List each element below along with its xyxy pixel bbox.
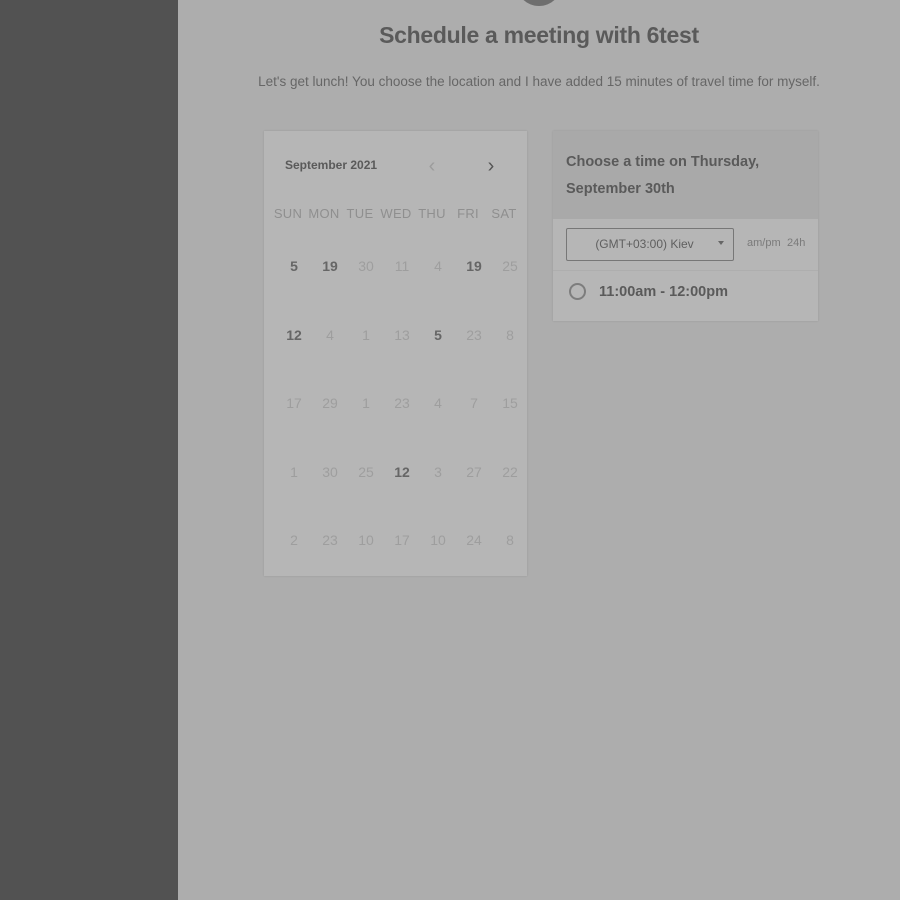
calendar-day: 30 <box>358 258 374 274</box>
calendar-day: 15 <box>502 395 518 411</box>
calendar-day[interactable]: 5 <box>276 254 312 278</box>
radio-button[interactable] <box>569 283 586 300</box>
calendar-month-label: September 2021 <box>285 158 378 172</box>
calendar-day: 23 <box>466 326 482 343</box>
calendar-day: 1 <box>290 463 298 480</box>
time-panel-title: Choose a time on Thursday, September 30t… <box>566 154 760 197</box>
calendar-week: 17 29 1 23 4 7 15 <box>276 391 528 460</box>
calendar-day: 11 <box>394 258 410 274</box>
format-24h-toggle[interactable]: 24h <box>787 237 805 249</box>
calendar-day: 23 <box>322 532 338 548</box>
calendar-day: 7 <box>470 395 478 411</box>
calendar-day: 3 <box>434 463 442 480</box>
calendar-day: 23 <box>394 395 410 411</box>
calendar-day: 29 <box>322 395 338 411</box>
weekday-header: SUN MON TUE WED THU FRI SAT <box>270 206 522 221</box>
weekday-label: SUN <box>273 206 303 221</box>
time-slot-label: 11:00am - 12:00pm <box>599 284 728 300</box>
time-panel-header: Choose a time on Thursday, September 30t… <box>553 131 818 219</box>
calendar-day: 30 <box>322 463 338 480</box>
calendar-day[interactable]: 19 <box>456 254 492 278</box>
calendar-day: 13 <box>394 326 410 343</box>
calendar-week: 1 30 25 12 3 27 22 <box>276 460 528 529</box>
calendar-day: 22 <box>502 463 518 480</box>
calendar-day[interactable]: 12 <box>384 460 420 484</box>
timezone-value: (GMT+03:00) Kiev <box>595 237 694 251</box>
calendar-day: 10 <box>430 532 446 548</box>
calendar-day: 17 <box>394 532 410 548</box>
divider <box>553 270 818 271</box>
weekday-label: MON <box>308 206 340 221</box>
chevron-right-icon[interactable]: › <box>480 155 502 177</box>
calendar-grid: 5 19 30 11 4 19 25 12 4 1 13 5 23 8 17 2… <box>276 254 528 597</box>
calendar-day: 27 <box>466 463 482 480</box>
calendar-week: 5 19 30 11 4 19 25 <box>276 254 528 323</box>
weekday-label: THU <box>418 206 446 221</box>
calendar-day: 1 <box>362 326 370 343</box>
calendar-day: 17 <box>286 395 302 411</box>
calendar-day: 4 <box>434 395 442 411</box>
calendar-day: 24 <box>466 532 482 548</box>
calendar-day: 25 <box>502 258 518 274</box>
calendar-day: 10 <box>358 532 374 548</box>
calendar-week: 2 23 10 17 10 24 8 <box>276 528 528 597</box>
page-subtitle: Let's get lunch! You choose the location… <box>258 74 820 89</box>
calendar-day[interactable]: 12 <box>276 323 312 347</box>
calendar-day: 4 <box>434 258 442 274</box>
chevron-left-icon[interactable]: ‹ <box>421 155 443 177</box>
calendar-day[interactable]: 19 <box>312 254 348 278</box>
calendar-day: 1 <box>362 395 370 411</box>
calendar-day: 8 <box>506 532 514 548</box>
calendar-day: 2 <box>290 532 298 548</box>
calendar: September 2021 ‹ › SUN MON TUE WED THU F… <box>264 131 527 576</box>
time-slot-option[interactable]: 11:00am - 12:00pm <box>566 281 806 307</box>
weekday-label: WED <box>380 206 412 221</box>
timezone-select[interactable]: (GMT+03:00) Kiev <box>566 228 734 261</box>
sidebar <box>0 0 178 900</box>
calendar-day: 8 <box>506 326 514 343</box>
page-title: Schedule a meeting with 6test <box>379 22 699 48</box>
weekday-label: SAT <box>491 206 517 221</box>
time-picker-panel: Choose a time on Thursday, September 30t… <box>553 131 818 321</box>
weekday-label: FRI <box>457 206 479 221</box>
format-ampm-toggle[interactable]: am/pm <box>747 237 781 249</box>
avatar <box>516 0 562 6</box>
calendar-day: 25 <box>358 463 374 480</box>
calendar-week: 12 4 1 13 5 23 8 <box>276 323 528 392</box>
weekday-label: TUE <box>346 206 374 221</box>
calendar-day[interactable]: 5 <box>420 323 456 347</box>
calendar-day: 4 <box>326 326 334 343</box>
caret-down-icon <box>718 241 724 245</box>
